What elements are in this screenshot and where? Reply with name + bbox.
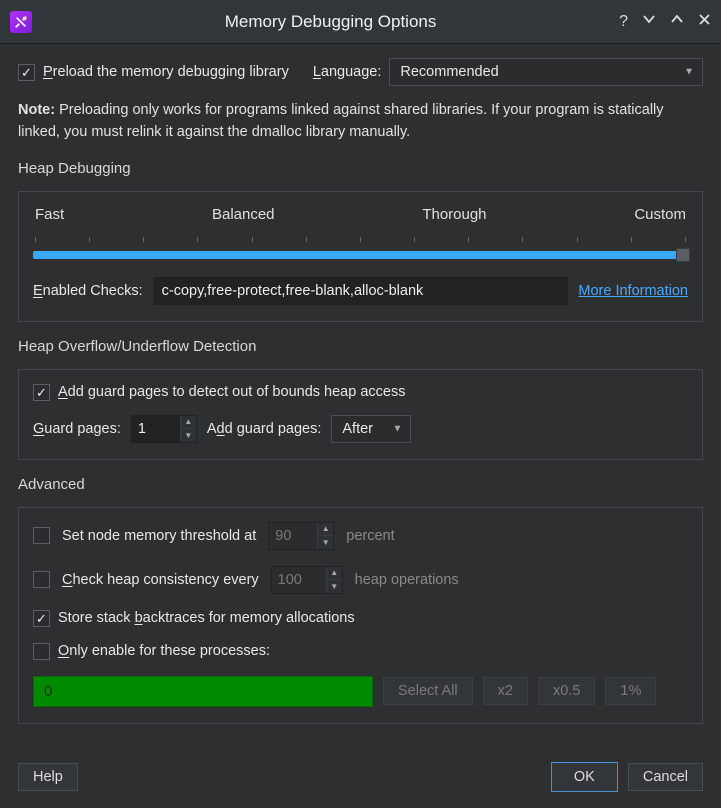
threshold-suffix: percent: [346, 528, 394, 544]
slider-labels: Fast Balanced Thorough Custom: [33, 206, 688, 223]
add-pages-label: Add guard pages:: [207, 421, 322, 437]
language-combo[interactable]: Recommended ▼: [389, 58, 703, 86]
note-text: Note: Preloading only works for programs…: [18, 96, 703, 144]
titlebar: Memory Debugging Options ?: [0, 0, 721, 44]
preload-checkbox[interactable]: [18, 64, 35, 81]
slider[interactable]: [33, 237, 688, 263]
help-icon[interactable]: ?: [619, 13, 628, 31]
spin-down-icon[interactable]: ▼: [326, 580, 342, 593]
close-icon[interactable]: [698, 13, 711, 31]
check-consistency-checkbox[interactable]: [33, 571, 50, 588]
add-guard-label: Add guard pages to detect out of bounds …: [58, 384, 405, 400]
overflow-title: Heap Overflow/Underflow Detection: [18, 332, 703, 359]
add-pages-value: After: [342, 421, 373, 437]
threshold-label: Set node memory threshold at: [62, 528, 256, 544]
chevron-down-icon: ▼: [392, 423, 402, 434]
spin-up-icon[interactable]: ▲: [180, 416, 196, 430]
check-row: Check heap consistency every ▲▼ heap ope…: [33, 566, 688, 594]
only-row: Only enable for these processes:: [33, 643, 688, 660]
advanced-group: Set node memory threshold at ▲▼ percent …: [18, 507, 703, 724]
dialog-window: Memory Debugging Options ? Preload the m…: [0, 0, 721, 808]
threshold-input[interactable]: [269, 523, 317, 549]
overflow-group: Add guard pages to detect out of bounds …: [18, 369, 703, 460]
check-spinbox[interactable]: ▲▼: [271, 566, 343, 594]
ok-button[interactable]: OK: [551, 762, 618, 792]
dialog-title: Memory Debugging Options: [42, 12, 619, 32]
spin-up-icon[interactable]: ▲: [317, 523, 333, 537]
guard-pages-row: Guard pages: ▲▼ Add guard pages: After ▼: [33, 415, 688, 443]
only-processes-label: Only enable for these processes:: [58, 643, 270, 659]
slider-ticks: [33, 237, 688, 243]
enabled-checks-input[interactable]: [153, 277, 569, 305]
minimize-icon[interactable]: [642, 12, 656, 31]
dialog-footer: Help OK Cancel: [0, 750, 721, 808]
check-consistency-label: Check heap consistency every: [62, 572, 259, 588]
threshold-checkbox[interactable]: [33, 527, 50, 544]
language-label: Language:: [313, 64, 382, 80]
spin-down-icon[interactable]: ▼: [180, 429, 196, 442]
only-processes-checkbox[interactable]: [33, 643, 50, 660]
heap-debugging-title: Heap Debugging: [18, 154, 703, 181]
threshold-spinbox[interactable]: ▲▼: [268, 522, 334, 550]
more-info-link[interactable]: More Information: [578, 283, 688, 299]
language-value: Recommended: [400, 64, 498, 80]
enabled-checks-row: Enabled Checks: More Information: [33, 277, 688, 305]
add-guard-checkbox[interactable]: [33, 384, 50, 401]
slider-track: [33, 251, 688, 259]
slider-label-fast: Fast: [35, 206, 64, 223]
heap-debugging-group: Fast Balanced Thorough Custom Enabled Ch…: [18, 191, 703, 322]
threshold-row: Set node memory threshold at ▲▼ percent: [33, 522, 688, 550]
check-input[interactable]: [272, 567, 326, 593]
app-icon: [10, 11, 32, 33]
slider-label-balanced: Balanced: [212, 206, 275, 223]
select-all-button[interactable]: Select All: [383, 677, 473, 705]
cancel-button[interactable]: Cancel: [628, 763, 703, 791]
add-guard-row: Add guard pages to detect out of bounds …: [33, 384, 688, 401]
window-controls: ?: [619, 12, 711, 31]
guard-pages-label: Guard pages:: [33, 421, 121, 437]
backtrace-label: Store stack backtraces for memory alloca…: [58, 610, 355, 626]
processes-input[interactable]: [33, 676, 373, 707]
check-suffix: heap operations: [355, 572, 459, 588]
guard-pages-input[interactable]: [132, 416, 180, 442]
backtrace-row: Store stack backtraces for memory alloca…: [33, 610, 688, 627]
guard-pages-spinbox[interactable]: ▲▼: [131, 415, 197, 443]
slider-label-thorough: Thorough: [422, 206, 486, 223]
preload-label: Preload the memory debugging library: [43, 64, 289, 80]
spin-down-icon[interactable]: ▼: [317, 536, 333, 549]
dialog-content: Preload the memory debugging library Lan…: [0, 44, 721, 750]
enabled-checks-label: Enabled Checks:: [33, 283, 143, 299]
processes-row: Select All x2 x0.5 1%: [33, 676, 688, 707]
x05-button[interactable]: x0.5: [538, 677, 595, 705]
top-row: Preload the memory debugging library Lan…: [18, 58, 703, 86]
slider-thumb[interactable]: [676, 248, 690, 262]
slider-label-custom: Custom: [634, 206, 686, 223]
spin-up-icon[interactable]: ▲: [326, 567, 342, 581]
x2-button[interactable]: x2: [483, 677, 528, 705]
help-button[interactable]: Help: [18, 763, 78, 791]
chevron-down-icon: ▼: [684, 67, 694, 78]
one-percent-button[interactable]: 1%: [605, 677, 656, 705]
maximize-icon[interactable]: [670, 12, 684, 31]
add-pages-combo[interactable]: After ▼: [331, 415, 411, 443]
backtrace-checkbox[interactable]: [33, 610, 50, 627]
advanced-title: Advanced: [18, 470, 703, 497]
